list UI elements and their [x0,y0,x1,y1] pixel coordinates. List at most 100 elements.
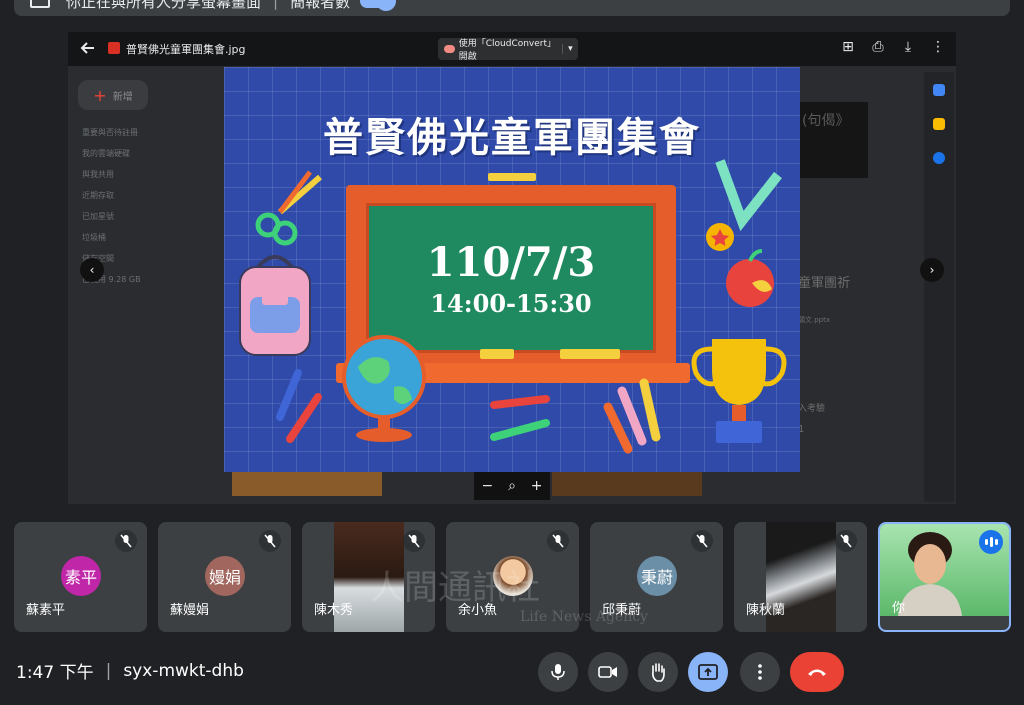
prev-arrow-icon[interactable]: ‹ [80,258,104,282]
mic-off-icon [547,530,569,552]
drive-file-text: 入考驗 [798,404,826,414]
cloudconvert-icon [444,45,455,53]
presenter-toggle[interactable] [360,0,397,11]
slide-image: 普賢佛光童軍團集會 110/7/3 14:00-15:30 [224,67,800,472]
globe-icon [342,335,426,442]
calendar-icon [933,84,945,96]
presenting-banner: 你正在與所有人分享螢幕畫面 | 簡報者數 [14,0,1010,16]
drive-sidebar-item: 重要與否待註冊 [82,128,138,137]
leave-call-button[interactable] [790,652,844,692]
hang-up-icon [808,669,826,676]
drive-file-text: 童軍團祈 [798,276,851,291]
more-vert-icon[interactable]: ⋮ [930,39,946,55]
medal-icon [706,159,782,307]
mic-icon [551,664,565,680]
participant-tile[interactable]: 嫚娟 蘇嫚娟 [158,522,291,632]
slide-title: 普賢佛光童軍團集會 [323,115,701,161]
meet-window: 你正在與所有人分享螢幕畫面 | 簡報者數 + 新增 重要與否待註冊 我的雲端硬碟… [0,0,1024,705]
mic-off-icon [835,530,857,552]
mic-off-icon [259,530,281,552]
zoom-in-icon[interactable]: + [531,478,543,494]
drive-side-rail [924,72,954,502]
slide-time: 14:00-15:30 [430,289,592,318]
camera-button[interactable] [588,652,628,692]
plus-icon: + [93,85,107,105]
thumbnail [232,472,382,496]
tasks-icon [933,152,945,164]
drive-sidebar-item: 近期存取 [82,191,114,200]
viewer-toolbar: 普賢佛光童軍團集會.jpg 使用「CloudConvert」開啟 ▾ ⊞ ⎙ ⤓… [68,32,956,66]
watermark-title: 人間通訊社 [370,568,540,608]
drive-sidebar-item: 與我共用 [82,170,114,179]
download-icon[interactable]: ⤓ [900,39,916,55]
viewer-file-name: 普賢佛光童軍團集會.jpg [126,43,246,56]
zoom-out-icon[interactable]: − [481,478,493,494]
drive-sidebar-item: 垃圾桶 [82,233,106,242]
pencils-icon [603,378,661,454]
drive-file-text: 願文.pptx [798,316,830,324]
self-tile[interactable]: 你 [878,522,1011,632]
next-arrow-icon[interactable]: › [920,258,944,282]
drive-sidebar-item: 已加星號 [82,212,114,221]
drive-file-text: 1 [798,424,805,435]
present-screen-icon [30,0,50,8]
participant-name: 你 [892,601,906,616]
open-with-label: 使用「CloudConvert」開啟 [458,39,557,62]
zoom-controls: − ⌕ + [474,472,550,500]
banner-divider: | [273,0,279,10]
add-comment-icon[interactable]: ⊞ [840,39,856,55]
drive-new-label: 新增 [112,91,133,103]
mic-off-icon [115,530,137,552]
mic-off-icon [691,530,713,552]
crayons-icon [276,369,322,443]
viewer-actions: ⊞ ⎙ ⤓ ⋮ [840,39,946,55]
participant-name: 陳秋蘭 [746,603,786,618]
present-button[interactable] [688,652,728,692]
shared-screen: + 新增 重要與否待註冊 我的雲端硬碟 與我共用 近期存取 已加星號 垃圾桶 儲… [68,32,956,504]
chevron-down-icon[interactable]: ▾ [561,44,578,54]
video-camera-icon [598,666,617,678]
drive-new-button: + 新增 [78,80,148,110]
board-eraser [488,173,536,181]
participant-tile[interactable]: 素平 蘇素平 [14,522,147,632]
crayons-icon [490,395,550,441]
open-with-button[interactable]: 使用「CloudConvert」開啟 ▾ [438,38,578,62]
more-vert-icon [758,664,762,680]
participant-name: 蘇嫚娟 [170,603,210,618]
drive-file-list: 童軍團祈 願文.pptx 入考驗 1 [798,272,850,435]
image-file-icon [108,42,120,54]
trophy-icon [691,339,787,443]
drive-file-preview: (句偈》 [798,102,868,178]
drive-file-text: (句偈》 [802,113,850,129]
meeting-info: 1:47 下午 | syx-mwkt-dhb [16,658,244,684]
slide-date: 110/7/3 [426,239,596,286]
thumbnail [552,472,702,496]
keep-icon [933,118,945,130]
watermark: 人間通訊社 Life News Agency [370,560,648,625]
participant-name: 陳木秀 [314,603,354,618]
print-icon[interactable]: ⎙ [870,39,886,55]
scissors-icon [255,170,322,246]
participant-tile[interactable]: 陳秋蘭 [734,522,867,632]
zoom-icon[interactable]: ⌕ [508,478,516,494]
back-arrow-icon[interactable] [80,40,96,56]
drive-sidebar-item: 我的雲端硬碟 [82,149,130,158]
mic-button[interactable] [538,652,578,692]
avatar: 素平 [61,556,101,596]
speaking-indicator-icon [979,530,1003,554]
pin-label: 簡報者數 [290,0,351,11]
mic-off-icon [403,530,425,552]
hand-icon [652,663,665,682]
control-bar: 1:47 下午 | syx-mwkt-dhb [0,640,1024,705]
backpack-icon [239,255,311,356]
present-screen-icon [698,664,718,680]
avatar: 嫚娟 [205,556,245,596]
chalk [480,349,514,359]
meeting-code: syx-mwkt-dhb [123,660,244,681]
info-divider: | [105,660,112,681]
watermark-subtitle: Life News Agency [520,609,648,625]
meeting-time: 1:47 下午 [16,663,94,683]
presenting-text: 你正在與所有人分享螢幕畫面 [66,0,262,11]
raise-hand-button[interactable] [638,652,678,692]
more-options-button[interactable] [740,652,780,692]
